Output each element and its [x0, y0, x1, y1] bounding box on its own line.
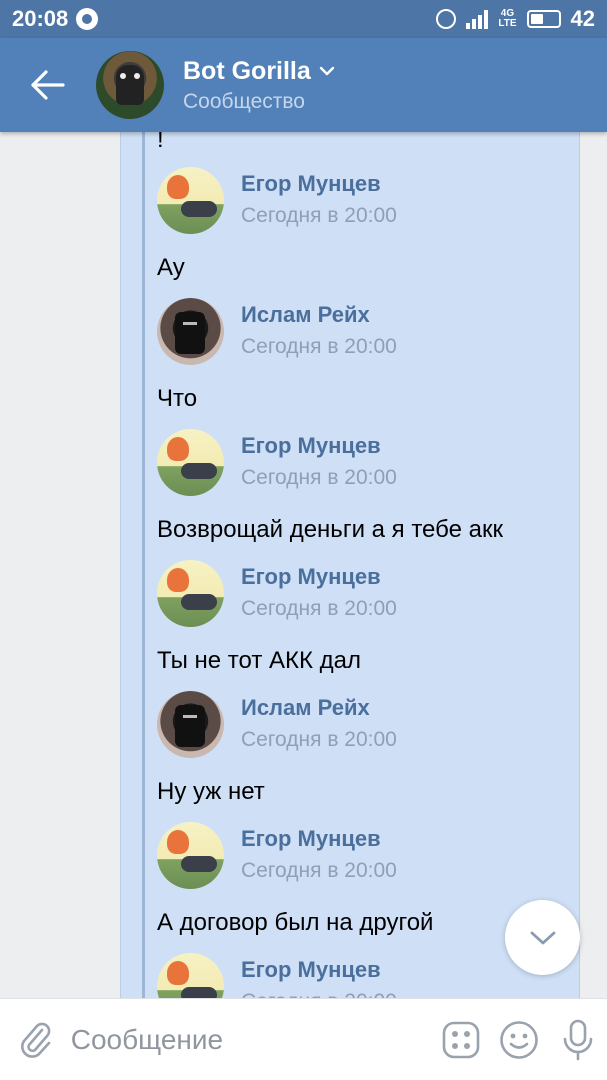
group-avatar[interactable]	[96, 51, 164, 119]
message-time: Сегодня в 20:00	[241, 335, 397, 358]
author-name[interactable]: Егор Мунцев	[241, 171, 397, 197]
keyboard-grid-button[interactable]	[432, 999, 490, 1080]
keyboard-grid-icon	[442, 1021, 480, 1058]
message-text: Возврощай деньги а я тебе акк	[157, 516, 503, 543]
whatsapp-notification-icon	[76, 8, 99, 30]
message-history[interactable]: ! Егор Мунцев Сегодня в 20:00 Ау Ислам Рейх…	[0, 132, 607, 998]
message-time: Сегодня в 20:00	[241, 204, 397, 227]
battery-icon	[526, 10, 561, 28]
status-indicators: 4G LTE 42	[436, 6, 595, 32]
back-button[interactable]	[0, 38, 96, 132]
message-meta: Егор Мунцев Сегодня в 20:00	[241, 171, 397, 229]
chat-header: Bot Gorilla Сообщество	[0, 38, 607, 132]
microphone-icon	[563, 1019, 593, 1060]
message-composer	[0, 998, 607, 1080]
author-name[interactable]: Егор Мунцев	[241, 564, 397, 590]
author-name[interactable]: Егор Мунцев	[241, 433, 397, 459]
message-header: Егор Мунцев Сегодня в 20:00	[157, 821, 577, 889]
author-name[interactable]: Егор Мунцев	[241, 957, 397, 983]
author-avatar[interactable]	[157, 690, 224, 758]
forwarded-message[interactable]: Егор Мунцев Сегодня в 20:00 Ты не тот АКК …	[157, 559, 577, 675]
author-avatar[interactable]	[157, 952, 224, 998]
message-header: Ислам Рейх Сегодня в 20:00	[157, 297, 577, 365]
header-titles[interactable]: Bot Gorilla Сообщество	[183, 57, 335, 114]
message-header: Ислам Рейх Сегодня в 20:00	[157, 690, 577, 758]
message-meta: Ислам Рейх Сегодня в 20:00	[241, 302, 397, 360]
message-time: Сегодня в 20:00	[241, 989, 397, 998]
message-input[interactable]	[70, 1009, 432, 1070]
author-name[interactable]: Ислам Рейх	[241, 302, 397, 328]
emoji-button[interactable]	[490, 999, 548, 1080]
message-text: Что	[157, 385, 198, 412]
chevron-down-icon	[319, 66, 334, 76]
forwarded-message[interactable]: Егор Мунцев Сегодня в 20:00 Ау	[157, 166, 577, 282]
alarm-icon	[436, 9, 457, 29]
chat-subtitle: Сообщество	[183, 89, 305, 113]
message-header: Егор Мунцев Сегодня в 20:00	[157, 428, 577, 496]
message-time: Сегодня в 20:00	[241, 728, 397, 751]
status-bar: 20:08 4G LTE 42	[0, 0, 607, 38]
voice-message-button[interactable]	[549, 999, 607, 1080]
status-time: 20:08	[12, 6, 69, 31]
message-meta: Егор Мунцев Сегодня в 20:00	[241, 564, 397, 622]
attach-button[interactable]	[0, 999, 71, 1080]
message-meta: Егор Мунцев Сегодня в 20:00	[241, 433, 397, 491]
message-time: Сегодня в 20:00	[241, 466, 397, 489]
message-text: Ну уж нет	[157, 778, 265, 805]
forwarded-indicator-line	[142, 132, 145, 998]
paperclip-icon	[21, 1022, 51, 1058]
battery-level: 42	[570, 6, 595, 31]
chevron-down-icon	[530, 931, 555, 944]
author-name[interactable]: Егор Мунцев	[241, 826, 397, 852]
author-avatar[interactable]	[157, 428, 224, 496]
message-text: Ау	[157, 254, 185, 281]
message-meta: Ислам Рейх Сегодня в 20:00	[241, 695, 397, 753]
message-header: Егор Мунцев Сегодня в 20:00	[157, 559, 577, 627]
message-meta: Егор Мунцев Сегодня в 20:00	[241, 826, 397, 884]
smile-icon	[500, 1020, 539, 1059]
forwarded-message[interactable]: Ислам Рейх Сегодня в 20:00 Ну уж нет	[157, 690, 577, 806]
message-meta: Егор Мунцев Сегодня в 20:00	[241, 957, 397, 998]
forwarded-message[interactable]: Ислам Рейх Сегодня в 20:00 Что	[157, 297, 577, 413]
author-avatar[interactable]	[157, 821, 224, 889]
message-time: Сегодня в 20:00	[241, 597, 397, 620]
author-avatar[interactable]	[157, 559, 224, 627]
signal-icon	[466, 9, 489, 29]
arrow-left-icon	[31, 70, 65, 100]
forwarded-message[interactable]: Егор Мунцев Сегодня в 20:00 Возврощай день…	[157, 428, 577, 544]
chat-title: Bot Gorilla	[183, 56, 311, 85]
message-header: Егор Мунцев Сегодня в 20:00	[157, 166, 577, 234]
author-name[interactable]: Ислам Рейх	[241, 695, 397, 721]
author-avatar[interactable]	[157, 297, 224, 365]
message-text-fragment: !	[157, 132, 164, 153]
message-time: Сегодня в 20:00	[241, 859, 397, 882]
author-avatar[interactable]	[157, 166, 224, 234]
message-text: Ты не тот АКК дал	[157, 647, 361, 674]
scroll-down-button[interactable]	[505, 900, 580, 975]
network-type-icon: 4G LTE	[498, 8, 517, 29]
